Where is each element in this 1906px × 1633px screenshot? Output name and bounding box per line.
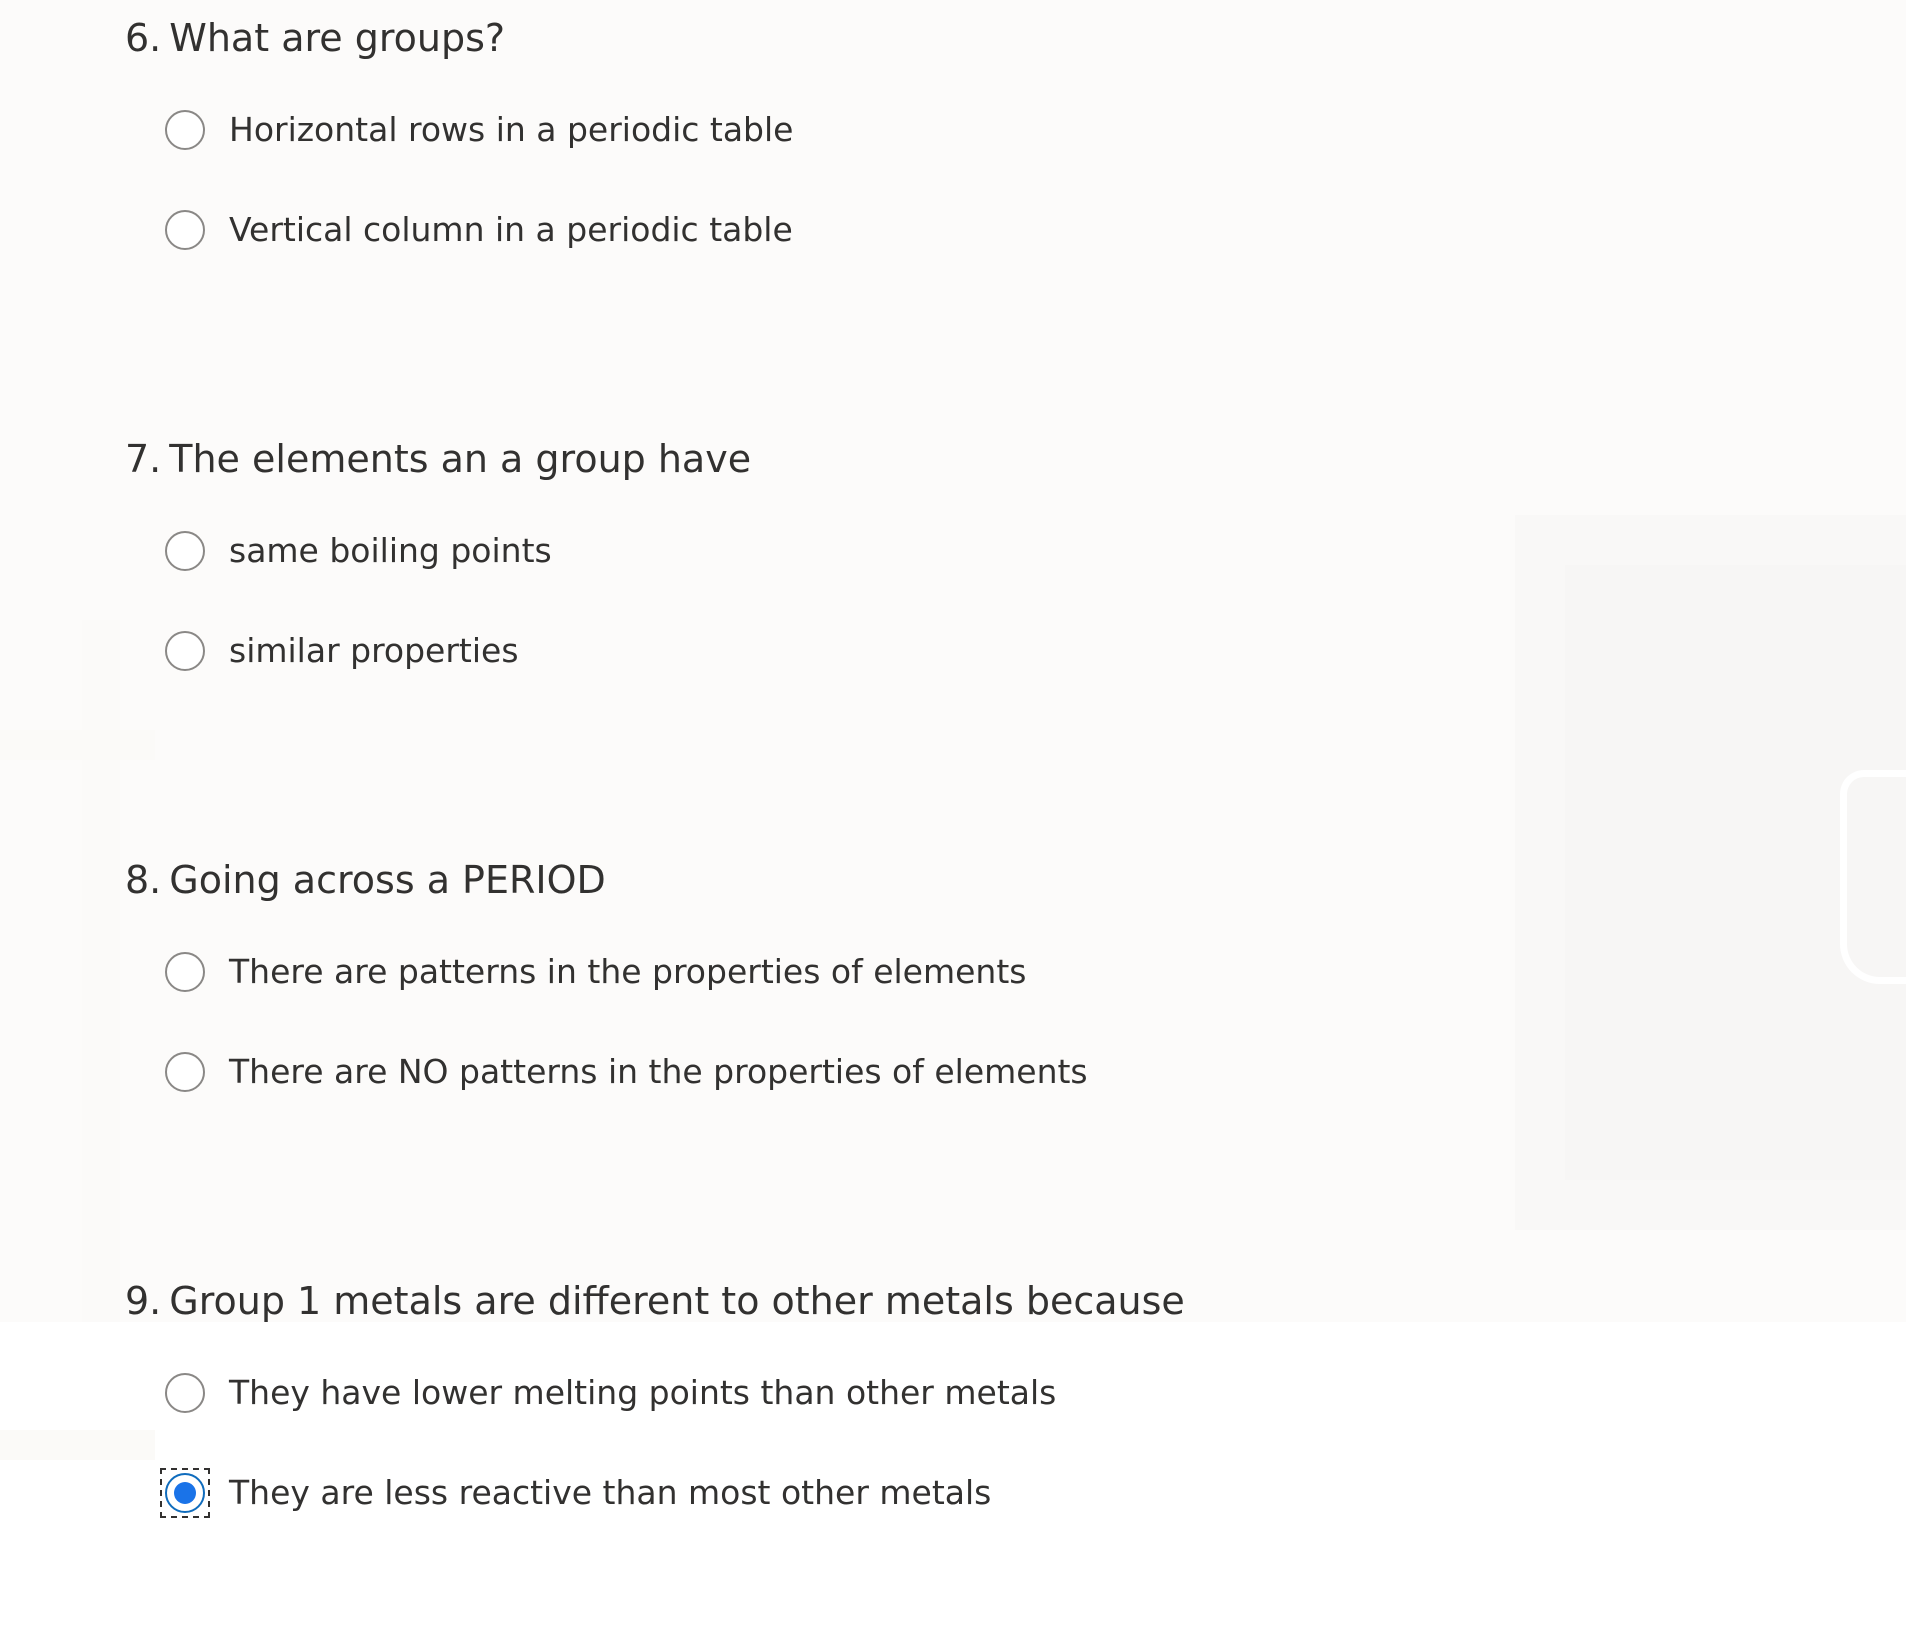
background-strip (82, 620, 120, 1520)
radio-button[interactable] (165, 1052, 205, 1092)
option-radio[interactable]: There are NO patterns in the properties … (165, 1046, 1088, 1098)
option-label: Horizontal rows in a periodic table (229, 110, 794, 149)
question-number: 7. (125, 437, 162, 481)
option-label: There are NO patterns in the properties … (229, 1052, 1088, 1091)
radio-button[interactable] (165, 1373, 205, 1413)
radio-button[interactable] (165, 631, 205, 671)
radio-button[interactable] (165, 952, 205, 992)
option-label: same boiling points (229, 531, 552, 570)
option-radio[interactable]: They have lower melting points than othe… (165, 1367, 1056, 1419)
background-block (0, 730, 155, 760)
background-block (0, 1430, 155, 1460)
option-label: Vertical column in a periodic table (229, 210, 793, 249)
question-text: The elements an a group have (169, 437, 752, 481)
question-7: 7. The elements an a group have same boi… (125, 436, 1525, 671)
option-label: There are patterns in the properties of … (229, 952, 1027, 991)
radio-button[interactable] (165, 110, 205, 150)
option-label: They are less reactive than most other m… (229, 1473, 992, 1512)
option-radio[interactable]: There are patterns in the properties of … (165, 946, 1026, 998)
question-6: 6. What are groups? Horizontal rows in a… (125, 15, 1525, 250)
question-title: 8. Going across a PERIOD (125, 857, 1525, 903)
question-title: 6. What are groups? (125, 15, 1525, 61)
question-number: 6. (125, 16, 162, 60)
focus-outline (160, 1468, 210, 1518)
question-8: 8. Going across a PERIOD There are patte… (125, 857, 1525, 1092)
question-text: Group 1 metals are different to other me… (169, 1279, 1185, 1323)
option-radio[interactable]: Horizontal rows in a periodic table (165, 104, 793, 156)
background-panel-inner (1565, 565, 1906, 1180)
radio-button[interactable] (165, 531, 205, 571)
question-number: 9. (125, 1279, 162, 1323)
background-panel (1515, 515, 1906, 1230)
option-radio[interactable]: Vertical column in a periodic table (165, 204, 793, 256)
beaker-illustration (1840, 770, 1906, 984)
question-number: 8. (125, 858, 162, 902)
option-radio[interactable]: same boiling points (165, 525, 552, 577)
question-title: 7. The elements an a group have (125, 436, 1525, 482)
question-text: What are groups? (169, 16, 506, 60)
option-label: similar properties (229, 631, 519, 670)
option-radio[interactable]: similar properties (165, 625, 519, 677)
question-9: 9. Group 1 metals are different to other… (125, 1278, 1525, 1518)
option-radio-selected[interactable]: They are less reactive than most other m… (160, 1467, 992, 1519)
option-label: They have lower melting points than othe… (229, 1373, 1057, 1412)
radio-button[interactable] (165, 210, 205, 250)
question-title: 9. Group 1 metals are different to other… (125, 1278, 1525, 1324)
question-text: Going across a PERIOD (169, 858, 606, 902)
